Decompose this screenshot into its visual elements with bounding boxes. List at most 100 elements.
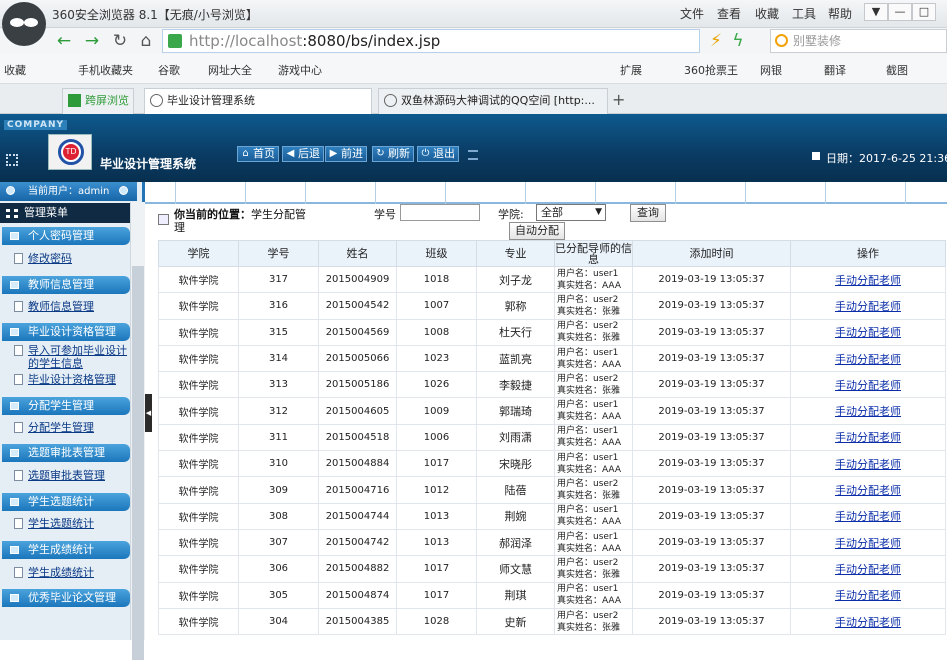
new-tab-icon[interactable]: + bbox=[612, 90, 625, 109]
link-score-stats[interactable]: 学生成绩统计 bbox=[14, 566, 130, 579]
maximize-icon[interactable]: □ bbox=[912, 3, 936, 21]
assign-teacher-link[interactable]: 手动分配老师 bbox=[790, 450, 946, 478]
assign-teacher-link[interactable]: 手动分配老师 bbox=[790, 344, 946, 373]
page-icon bbox=[14, 470, 23, 481]
cell-class: 1007 bbox=[396, 292, 477, 320]
cell-no: 308 bbox=[238, 502, 319, 530]
cell-tutor: 用户名：user2 真实姓名：张雅 bbox=[554, 292, 633, 320]
ext-translate[interactable]: 翻译 bbox=[824, 62, 846, 78]
tab-label: 跨屏浏览 bbox=[85, 94, 129, 107]
scrollbar-thumb[interactable] bbox=[132, 266, 144, 660]
section-topic-approval[interactable]: 选题审批表管理 bbox=[2, 444, 130, 462]
accelerate-icon[interactable]: ⚡ bbox=[706, 31, 726, 51]
ext-tickets[interactable]: 360抢票王 bbox=[684, 62, 738, 78]
cell-time: 2019-03-19 13:05:37 bbox=[632, 528, 791, 557]
address-bar[interactable]: http://localhost:8080/bs/index.jsp bbox=[162, 29, 700, 53]
section-qualification[interactable]: 毕业设计资格管理 bbox=[2, 323, 130, 341]
assign-teacher-link[interactable]: 手动分配老师 bbox=[790, 318, 946, 346]
sno-input[interactable] bbox=[400, 204, 480, 221]
section-label: 分配学生管理 bbox=[28, 399, 94, 412]
minimize-icon[interactable]: — bbox=[888, 3, 912, 21]
ext-bank[interactable]: 网银 bbox=[760, 62, 782, 78]
reload-icon[interactable]: ↻ bbox=[110, 31, 130, 51]
assign-teacher-link[interactable]: 手动分配老师 bbox=[790, 423, 946, 452]
menu-favorites[interactable]: 收藏 bbox=[755, 5, 779, 22]
assign-teacher-link[interactable]: 手动分配老师 bbox=[790, 476, 946, 504]
forward-icon[interactable]: → bbox=[82, 31, 102, 51]
tab-qq-space[interactable]: 双鱼林源码大神调试的QQ空间 [http:... bbox=[378, 88, 608, 114]
query-button[interactable]: 查询 bbox=[630, 204, 666, 222]
collapse-sidebar-handle[interactable]: ◀ bbox=[145, 394, 152, 432]
dept-select[interactable]: 全部 ▼ bbox=[536, 204, 606, 221]
forward-button[interactable]: ▶ 前进 bbox=[325, 146, 367, 162]
back-button[interactable]: ◀ 后退 bbox=[282, 146, 324, 162]
logout-button[interactable]: ⏻ 退出 bbox=[417, 146, 459, 162]
cell-class: 1017 bbox=[396, 581, 477, 609]
search-input[interactable]: 别墅装修 bbox=[770, 29, 947, 53]
fav-sites[interactable]: 网址大全 bbox=[208, 62, 252, 78]
tab-cross-screen[interactable]: 跨屏浏览 bbox=[62, 88, 134, 114]
fav-mobile[interactable]: 手机收藏夹 bbox=[78, 62, 133, 78]
assign-teacher-link[interactable]: 手动分配老师 bbox=[790, 555, 946, 583]
menu-view[interactable]: 查看 bbox=[717, 5, 741, 22]
bolt-icon[interactable]: ϟ bbox=[728, 31, 748, 51]
tab-graduation-system[interactable]: 毕业设计管理系统 bbox=[144, 88, 372, 114]
menu-title-label: 管理菜单 bbox=[24, 206, 68, 219]
cell-no: 307 bbox=[238, 528, 319, 557]
link-assign-students[interactable]: 分配学生管理 bbox=[14, 421, 130, 434]
fav-google[interactable]: 谷歌 bbox=[158, 62, 180, 78]
home-icon[interactable]: ⌂ bbox=[136, 31, 156, 51]
link-qualification[interactable]: 毕业设计资格管理 bbox=[14, 373, 130, 386]
section-teacher[interactable]: 教师信息管理 bbox=[2, 276, 130, 294]
tutor-username: 用户名：user1 bbox=[557, 268, 619, 279]
assign-teacher-link[interactable]: 手动分配老师 bbox=[790, 607, 946, 636]
link-label: 导入可参加毕业设计的学生信息 bbox=[28, 344, 127, 370]
refresh-button[interactable]: ↻ 刷新 bbox=[372, 146, 414, 162]
ext-extend[interactable]: 扩展 bbox=[620, 62, 642, 78]
menu-file[interactable]: 文件 bbox=[680, 5, 704, 22]
cell-tutor: 用户名：user2 真实姓名：张雅 bbox=[554, 371, 633, 399]
link-import-students[interactable]: 导入可参加毕业设计的学生信息 bbox=[14, 344, 130, 370]
section-assign-students[interactable]: 分配学生管理 bbox=[2, 397, 130, 415]
assign-teacher-link[interactable]: 手动分配老师 bbox=[790, 265, 946, 294]
cell-class: 1028 bbox=[396, 607, 477, 636]
section-score-stats[interactable]: 学生成绩统计 bbox=[2, 541, 130, 559]
sidebar-scrollbar[interactable] bbox=[130, 202, 145, 660]
section-label: 个人密码管理 bbox=[28, 229, 94, 242]
back-icon[interactable]: ← bbox=[54, 31, 74, 51]
page-icon bbox=[14, 253, 23, 264]
fav-collect[interactable]: 收藏 bbox=[4, 62, 26, 78]
sidebar: 当前用户：admin 管理菜单 个人密码管理 修改密码 教师信息管理 教师信息管… bbox=[0, 182, 145, 660]
link-change-password[interactable]: 修改密码 bbox=[14, 252, 130, 265]
assign-teacher-link[interactable]: 手动分配老师 bbox=[790, 292, 946, 320]
section-excellent-thesis[interactable]: 优秀毕业论文管理 bbox=[2, 589, 130, 607]
cell-sid: 2015005066 bbox=[318, 344, 397, 373]
assign-teacher-link[interactable]: 手动分配老师 bbox=[790, 528, 946, 557]
browser-logo-icon[interactable] bbox=[2, 2, 46, 46]
assign-teacher-link[interactable]: 手动分配老师 bbox=[790, 397, 946, 425]
home-icon: ⌂ bbox=[242, 148, 249, 159]
auto-assign-button[interactable]: 自动分配 bbox=[509, 222, 565, 240]
skin-icon[interactable]: ▼ bbox=[864, 3, 888, 21]
cell-tutor: 用户名：user2 真实姓名：张雅 bbox=[554, 607, 633, 636]
tutor-username: 用户名：user1 bbox=[557, 452, 619, 463]
app-header: COMPANY TD 毕业设计管理系统 ⌂ 首页 ◀ 后退 ▶ 前进 ↻ 刷新 ⏻ 退出 … bbox=[0, 114, 947, 182]
section-topic-stats[interactable]: 学生选题统计 bbox=[2, 493, 130, 511]
ext-screenshot[interactable]: 截图 bbox=[886, 62, 908, 78]
cell-class: 1009 bbox=[396, 397, 477, 425]
link-teacher-info[interactable]: 教师信息管理 bbox=[14, 300, 130, 313]
section-password[interactable]: 个人密码管理 bbox=[2, 227, 130, 245]
link-topic-stats[interactable]: 学生选题统计 bbox=[14, 517, 130, 530]
assign-teacher-link[interactable]: 手动分配老师 bbox=[790, 371, 946, 399]
tab-label: 毕业设计管理系统 bbox=[167, 94, 255, 107]
cell-sid: 2015004744 bbox=[318, 502, 397, 530]
assign-teacher-link[interactable]: 手动分配老师 bbox=[790, 581, 946, 609]
menu-tools[interactable]: 工具 bbox=[792, 5, 816, 22]
tutor-username: 用户名：user1 bbox=[557, 347, 619, 358]
assign-teacher-link[interactable]: 手动分配老师 bbox=[790, 502, 946, 530]
home-button[interactable]: ⌂ 首页 bbox=[237, 146, 279, 162]
tab-icon bbox=[68, 94, 81, 107]
fav-games[interactable]: 游戏中心 bbox=[278, 62, 322, 78]
link-topic-approval[interactable]: 选题审批表管理 bbox=[14, 469, 130, 482]
menu-help[interactable]: 帮助 bbox=[828, 5, 852, 22]
